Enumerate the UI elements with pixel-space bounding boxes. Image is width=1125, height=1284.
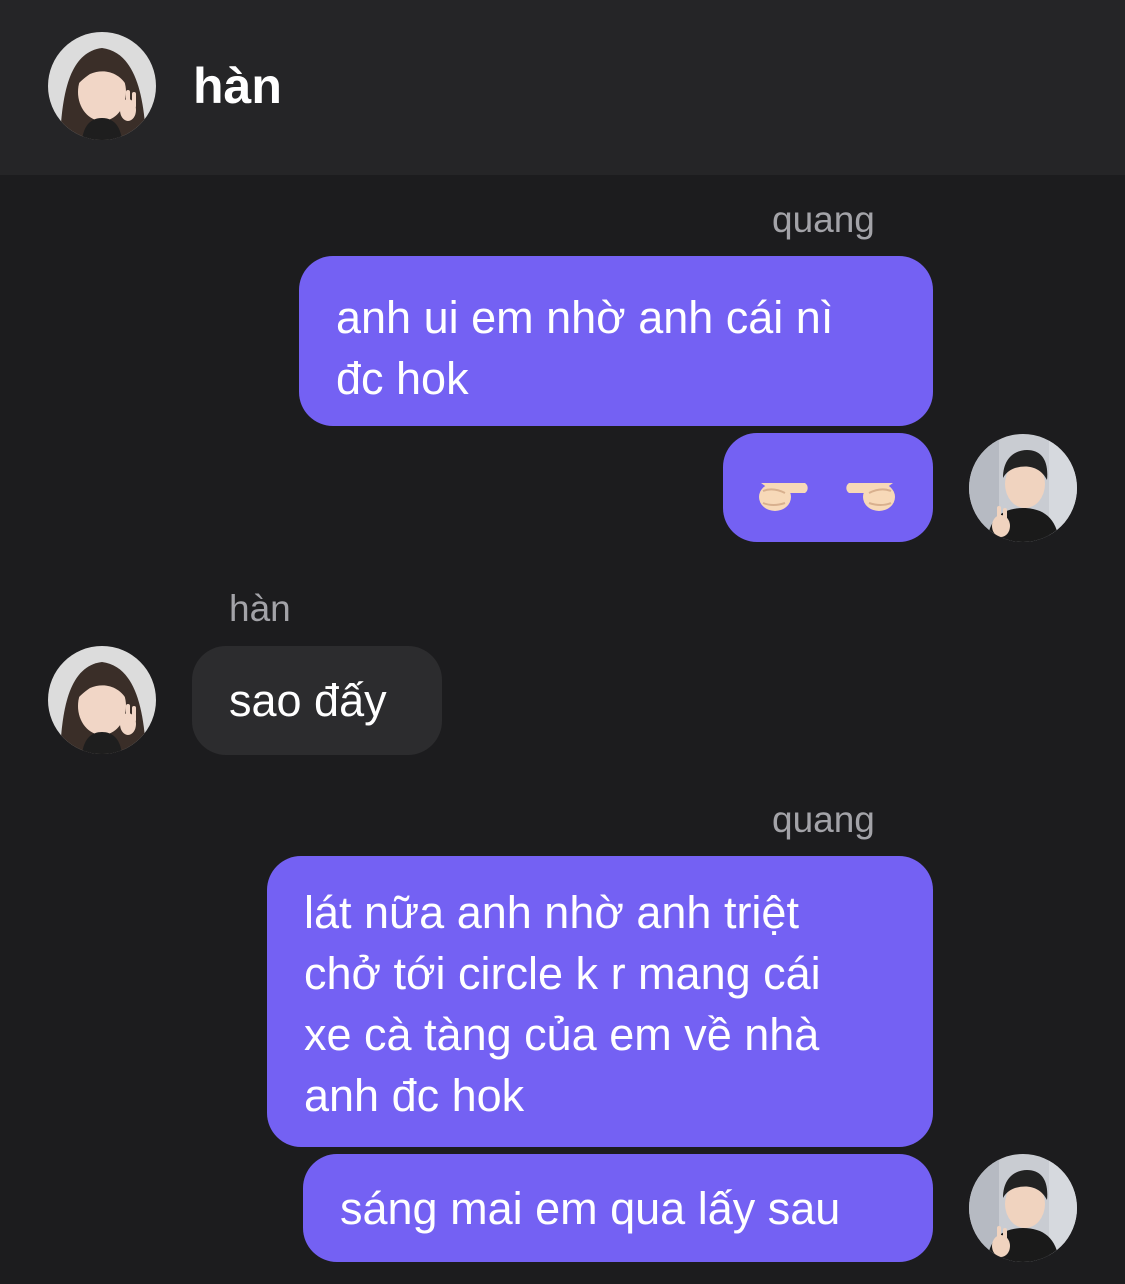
message-text-line: đc hok (336, 353, 469, 404)
message-text-line: sáng mai em qua lấy sau (340, 1183, 841, 1234)
sender-label: quang (772, 799, 875, 840)
sender-avatar[interactable] (969, 434, 1077, 542)
quang-photo-icon (969, 1154, 1077, 1262)
message-bubble[interactable]: sáng mai em qua lấy sau (303, 1154, 933, 1262)
sender-avatar[interactable] (969, 1154, 1077, 1262)
message-bubble[interactable]: sao đấy (192, 646, 442, 755)
message-text-line: xe cà tàng của em về nhà (304, 1009, 820, 1060)
emoji-message-bubble[interactable]: 👉👈 (723, 433, 933, 542)
message-bubble[interactable]: anh ui em nhờ anh cái nì đc hok (299, 256, 933, 426)
message-text-line: anh đc hok (304, 1070, 525, 1121)
message-text-line: chở tới circle k r mang cái (304, 948, 821, 999)
sender-label: quang (772, 199, 875, 240)
message-text-line: sao đấy (229, 675, 387, 726)
message-bubble[interactable]: lát nữa anh nhờ anh triệt chở tới circle… (267, 856, 933, 1147)
han-photo-icon (48, 646, 156, 754)
message-text-line: anh ui em nhờ anh cái nì (336, 292, 834, 343)
message-text-line: lát nữa anh nhờ anh triệt (304, 887, 799, 938)
quang-photo-icon (969, 434, 1077, 542)
chat-header: hàn (0, 0, 1125, 175)
sender-label: hàn (229, 588, 291, 629)
contact-avatar[interactable] (48, 32, 156, 140)
contact-photo-icon (48, 32, 156, 140)
sender-avatar[interactable] (48, 646, 156, 754)
chat-title: hàn (193, 58, 282, 114)
pointing-fingers-emoji-icon (759, 483, 895, 511)
